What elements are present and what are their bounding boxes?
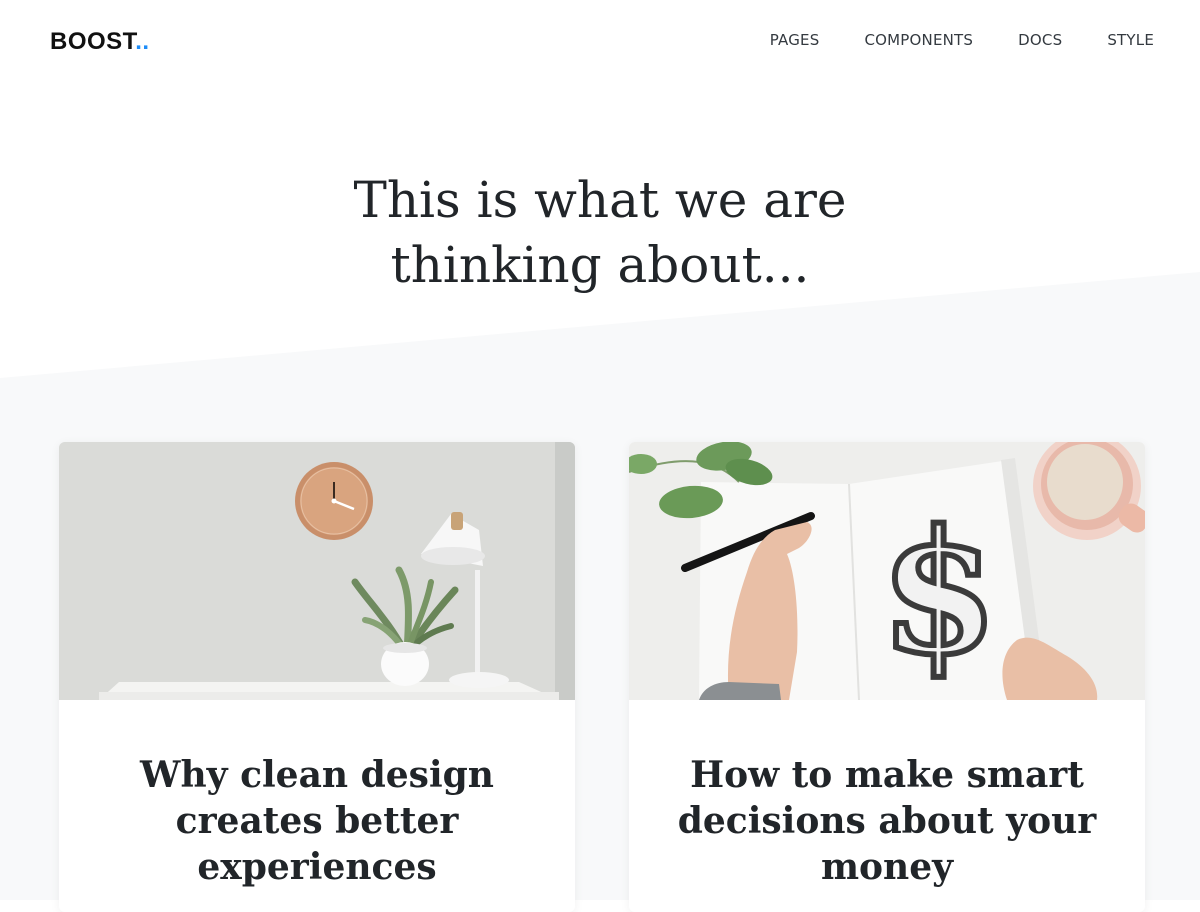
- nav-item-pages[interactable]: PAGES: [770, 30, 820, 50]
- svg-text:$: $: [880, 493, 998, 693]
- post-title[interactable]: Why clean design creates better experien…: [89, 752, 545, 890]
- hero-title-line-1: This is what we are: [353, 171, 847, 229]
- dollar-sign-drawing: $: [877, 490, 1001, 696]
- hero-title: This is what we are thinking about...: [340, 168, 860, 298]
- hero-section: This is what we are thinking about...: [0, 168, 1200, 298]
- nav-item-docs[interactable]: DOCS: [1018, 30, 1062, 50]
- brand-name: BOOST: [50, 28, 136, 55]
- brand-logo[interactable]: BOOST..: [50, 28, 150, 56]
- main-nav: PAGES COMPONENTS DOCS STYLE: [725, 30, 1154, 50]
- hero-title-line-2: thinking about...: [390, 236, 810, 294]
- post-image-desk[interactable]: [59, 442, 575, 700]
- site-header: BOOST.. PAGES COMPONENTS DOCS STYLE: [0, 0, 1200, 80]
- clock-icon: [295, 462, 373, 540]
- nav-item-components[interactable]: COMPONENTS: [864, 30, 973, 50]
- nav-item-style[interactable]: STYLE: [1107, 30, 1154, 50]
- post-image-money[interactable]: $: [629, 442, 1145, 700]
- brand-dots: ..: [135, 28, 150, 55]
- post-card[interactable]: $ How to make smart decisions about your…: [629, 442, 1145, 912]
- post-card[interactable]: Why clean design creates better experien…: [59, 442, 575, 912]
- post-title[interactable]: How to make smart decisions about your m…: [659, 752, 1115, 890]
